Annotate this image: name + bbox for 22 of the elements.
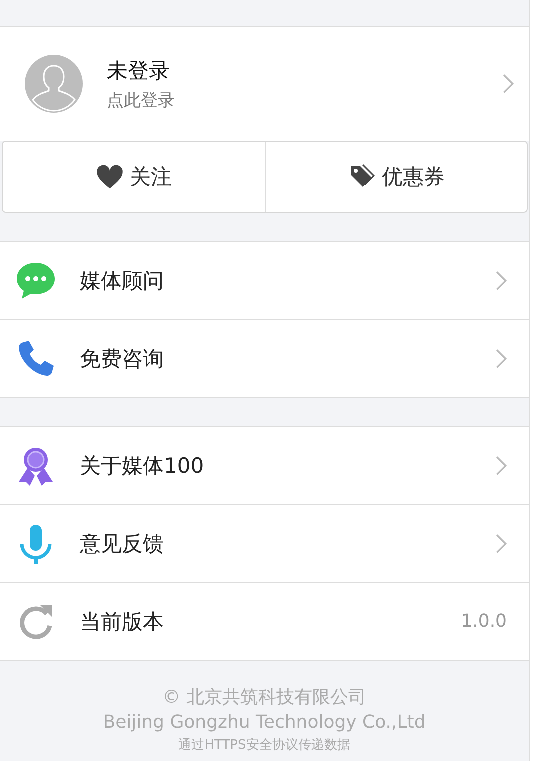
security-note: 通过HTTPS安全协议传递数据 — [178, 737, 350, 754]
menu-item[interactable]: 关于媒体100 — [0, 427, 529, 505]
phone-icon — [16, 338, 56, 378]
menu-item[interactable]: 媒体顾问 — [0, 242, 529, 320]
login-hint: 点此登录 — [107, 90, 176, 112]
award-ribbon-icon — [16, 446, 56, 486]
version-number: 1.0.0 — [461, 611, 507, 632]
copyright-text: © 北京共筑科技有限公司 — [162, 686, 366, 709]
menu-item[interactable]: 免费咨询 — [0, 320, 529, 398]
chevron-icon — [496, 270, 507, 290]
company-name: Beijing Gongzhu Technology Co.,Ltd — [103, 712, 426, 733]
chevron-icon — [496, 348, 507, 368]
login-status: 未登录 — [107, 58, 171, 84]
menu-item[interactable]: 意见反馈 — [0, 505, 529, 583]
chevron-icon — [503, 74, 514, 94]
chevron-icon — [496, 456, 507, 476]
chat-bubble-icon — [16, 260, 56, 300]
menu-item[interactable]: 当前版本 1.0.0 — [0, 583, 529, 661]
heart-icon — [96, 164, 124, 190]
chevron-icon — [496, 534, 507, 554]
avatar-icon — [24, 54, 84, 114]
profile-row[interactable]: 未登录 点此登录 — [0, 27, 529, 141]
